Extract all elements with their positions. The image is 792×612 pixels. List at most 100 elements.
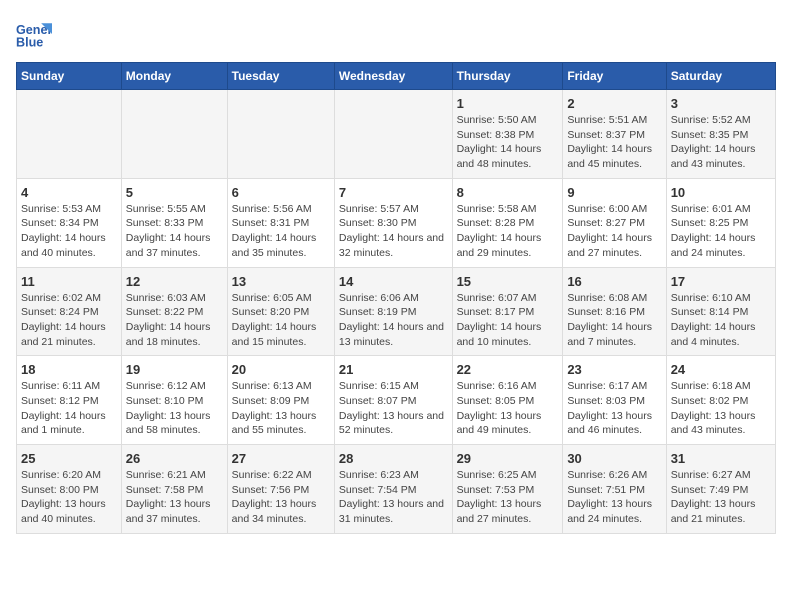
calendar-cell: 31Sunrise: 6:27 AM Sunset: 7:49 PM Dayli… [666,445,775,534]
day-info: Sunrise: 5:57 AM Sunset: 8:30 PM Dayligh… [339,202,448,261]
calendar-cell: 14Sunrise: 6:06 AM Sunset: 8:19 PM Dayli… [334,267,452,356]
day-info: Sunrise: 6:13 AM Sunset: 8:09 PM Dayligh… [232,379,330,438]
day-info: Sunrise: 6:07 AM Sunset: 8:17 PM Dayligh… [457,291,559,350]
day-number: 29 [457,451,559,466]
calendar-header-row: SundayMondayTuesdayWednesdayThursdayFrid… [17,63,776,90]
day-number: 12 [126,274,223,289]
day-number: 3 [671,96,771,111]
day-info: Sunrise: 5:53 AM Sunset: 8:34 PM Dayligh… [21,202,117,261]
day-info: Sunrise: 6:17 AM Sunset: 8:03 PM Dayligh… [567,379,661,438]
calendar-cell [227,90,334,179]
day-number: 27 [232,451,330,466]
weekday-header-saturday: Saturday [666,63,775,90]
day-number: 5 [126,185,223,200]
weekday-header-sunday: Sunday [17,63,122,90]
weekday-header-monday: Monday [121,63,227,90]
calendar-week-row: 18 Sunrise: 6:11 AM Sunset: 8:12 PM Dayli… [17,356,776,445]
day-info: Sunrise: 6:00 AM Sunset: 8:27 PM Dayligh… [567,202,661,261]
day-info: Sunrise: 6:26 AM Sunset: 7:51 PM Dayligh… [567,468,661,527]
calendar-cell [17,90,122,179]
day-number: 1 [457,96,559,111]
day-info: Sunrise: 6:01 AM Sunset: 8:25 PM Dayligh… [671,202,771,261]
day-number: 17 [671,274,771,289]
weekday-header-wednesday: Wednesday [334,63,452,90]
logo-icon: General Blue [16,16,52,52]
calendar-table: SundayMondayTuesdayWednesdayThursdayFrid… [16,62,776,534]
day-number: 7 [339,185,448,200]
day-info: Sunrise: 5:50 AM Sunset: 8:38 PM Dayligh… [457,113,559,172]
calendar-cell: 16 Sunrise: 6:08 AM Sunset: 8:16 PM Dayli… [563,267,666,356]
calendar-cell: 12 Sunrise: 6:03 AM Sunset: 8:22 PM Dayli… [121,267,227,356]
calendar-cell: 18 Sunrise: 6:11 AM Sunset: 8:12 PM Dayli… [17,356,122,445]
weekday-header-thursday: Thursday [452,63,563,90]
day-number: 31 [671,451,771,466]
day-info: Sunrise: 6:20 AM Sunset: 8:00 PM Dayligh… [21,468,117,527]
calendar-cell: 24 Sunrise: 6:18 AM Sunset: 8:02 PM Dayli… [666,356,775,445]
logo: General Blue [16,16,56,52]
calendar-cell: 10 Sunrise: 6:01 AM Sunset: 8:25 PM Dayli… [666,178,775,267]
calendar-cell: 26Sunrise: 6:21 AM Sunset: 7:58 PM Dayli… [121,445,227,534]
calendar-cell: 8 Sunrise: 5:58 AM Sunset: 8:28 PM Daylig… [452,178,563,267]
day-info: Sunrise: 5:52 AM Sunset: 8:35 PM Dayligh… [671,113,771,172]
day-number: 16 [567,274,661,289]
calendar-cell: 9 Sunrise: 6:00 AM Sunset: 8:27 PM Daylig… [563,178,666,267]
day-info: Sunrise: 6:22 AM Sunset: 7:56 PM Dayligh… [232,468,330,527]
day-info: Sunrise: 6:03 AM Sunset: 8:22 PM Dayligh… [126,291,223,350]
calendar-cell: 30Sunrise: 6:26 AM Sunset: 7:51 PM Dayli… [563,445,666,534]
day-number: 22 [457,362,559,377]
day-number: 28 [339,451,448,466]
day-number: 13 [232,274,330,289]
weekday-header-tuesday: Tuesday [227,63,334,90]
day-number: 2 [567,96,661,111]
day-number: 8 [457,185,559,200]
calendar-week-row: 4 Sunrise: 5:53 AM Sunset: 8:34 PM Daylig… [17,178,776,267]
calendar-cell: 17 Sunrise: 6:10 AM Sunset: 8:14 PM Dayli… [666,267,775,356]
calendar-cell: 19 Sunrise: 6:12 AM Sunset: 8:10 PM Dayli… [121,356,227,445]
day-info: Sunrise: 6:10 AM Sunset: 8:14 PM Dayligh… [671,291,771,350]
day-info: Sunrise: 6:18 AM Sunset: 8:02 PM Dayligh… [671,379,771,438]
calendar-week-row: 1 Sunrise: 5:50 AM Sunset: 8:38 PM Daylig… [17,90,776,179]
calendar-cell: 6 Sunrise: 5:56 AM Sunset: 8:31 PM Daylig… [227,178,334,267]
day-number: 9 [567,185,661,200]
page-header: General Blue [16,16,776,52]
day-number: 19 [126,362,223,377]
calendar-cell: 1 Sunrise: 5:50 AM Sunset: 8:38 PM Daylig… [452,90,563,179]
day-info: Sunrise: 5:56 AM Sunset: 8:31 PM Dayligh… [232,202,330,261]
day-info: Sunrise: 6:11 AM Sunset: 8:12 PM Dayligh… [21,379,117,438]
day-number: 24 [671,362,771,377]
day-info: Sunrise: 5:51 AM Sunset: 8:37 PM Dayligh… [567,113,661,172]
calendar-cell: 3 Sunrise: 5:52 AM Sunset: 8:35 PM Daylig… [666,90,775,179]
calendar-week-row: 25Sunrise: 6:20 AM Sunset: 8:00 PM Dayli… [17,445,776,534]
day-number: 18 [21,362,117,377]
day-info: Sunrise: 5:55 AM Sunset: 8:33 PM Dayligh… [126,202,223,261]
day-number: 6 [232,185,330,200]
day-info: Sunrise: 6:08 AM Sunset: 8:16 PM Dayligh… [567,291,661,350]
calendar-cell: 2 Sunrise: 5:51 AM Sunset: 8:37 PM Daylig… [563,90,666,179]
day-number: 10 [671,185,771,200]
calendar-cell: 15 Sunrise: 6:07 AM Sunset: 8:17 PM Dayli… [452,267,563,356]
day-number: 4 [21,185,117,200]
calendar-cell: 29 Sunrise: 6:25 AM Sunset: 7:53 PM Dayli… [452,445,563,534]
calendar-cell [121,90,227,179]
calendar-cell: 28 Sunrise: 6:23 AM Sunset: 7:54 PM Dayli… [334,445,452,534]
calendar-cell: 20 Sunrise: 6:13 AM Sunset: 8:09 PM Dayli… [227,356,334,445]
day-info: Sunrise: 6:23 AM Sunset: 7:54 PM Dayligh… [339,468,448,527]
day-number: 14 [339,274,448,289]
day-number: 23 [567,362,661,377]
calendar-cell: 5 Sunrise: 5:55 AM Sunset: 8:33 PM Daylig… [121,178,227,267]
calendar-cell [334,90,452,179]
calendar-cell: 25Sunrise: 6:20 AM Sunset: 8:00 PM Dayli… [17,445,122,534]
day-info: Sunrise: 6:12 AM Sunset: 8:10 PM Dayligh… [126,379,223,438]
day-info: Sunrise: 6:25 AM Sunset: 7:53 PM Dayligh… [457,468,559,527]
calendar-cell: 27 Sunrise: 6:22 AM Sunset: 7:56 PM Dayli… [227,445,334,534]
calendar-week-row: 11Sunrise: 6:02 AM Sunset: 8:24 PM Dayli… [17,267,776,356]
day-info: Sunrise: 5:58 AM Sunset: 8:28 PM Dayligh… [457,202,559,261]
day-number: 21 [339,362,448,377]
day-number: 11 [21,274,117,289]
day-number: 20 [232,362,330,377]
day-info: Sunrise: 6:05 AM Sunset: 8:20 PM Dayligh… [232,291,330,350]
svg-text:Blue: Blue [16,36,43,50]
day-number: 15 [457,274,559,289]
calendar-cell: 22Sunrise: 6:16 AM Sunset: 8:05 PM Dayli… [452,356,563,445]
calendar-cell: 21Sunrise: 6:15 AM Sunset: 8:07 PM Dayli… [334,356,452,445]
